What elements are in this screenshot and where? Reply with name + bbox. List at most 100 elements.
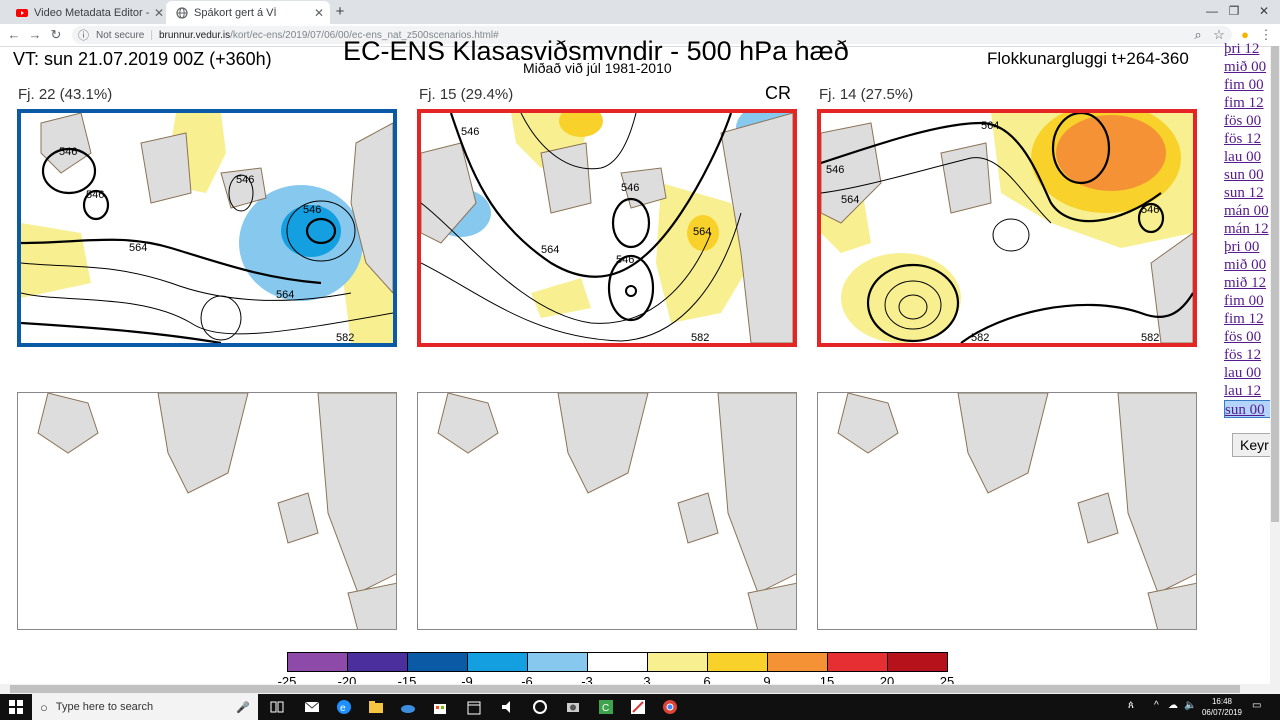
reload-icon[interactable]: ↻	[48, 27, 64, 43]
anomaly-positive	[531, 278, 591, 318]
forecast-time-link[interactable]: lau 00	[1224, 148, 1272, 166]
anomaly-positive	[1056, 115, 1166, 191]
address-separator: |	[150, 29, 153, 41]
contour-label: 546	[826, 164, 844, 176]
contour-label: 546	[461, 126, 479, 138]
camtasia-icon[interactable]: C	[598, 699, 614, 715]
people-icon[interactable]: ጰ	[1128, 700, 1134, 711]
address-host: brunnur.vedur.is	[158, 29, 231, 41]
app-icon[interactable]	[532, 699, 548, 715]
forecast-time-link[interactable]: fim 00	[1224, 292, 1272, 310]
calendar-icon[interactable]	[466, 699, 482, 715]
forecast-time-link[interactable]: mán 12	[1224, 220, 1272, 238]
empty-map-3	[817, 392, 1197, 630]
forecast-time-link[interactable]: fös 00	[1224, 328, 1272, 346]
coastline	[557, 393, 649, 494]
coastline	[1077, 492, 1119, 544]
zoom-icon[interactable]: ⌕	[1190, 27, 1206, 43]
task-view-icon[interactable]	[269, 699, 285, 715]
coastline	[347, 582, 396, 629]
forecast-time-link[interactable]: sun 12	[1224, 184, 1272, 202]
volume-icon[interactable]: 🔈	[1184, 700, 1196, 711]
forecast-time-link[interactable]: fös 12	[1224, 130, 1272, 148]
coastline	[40, 113, 92, 174]
coastline	[940, 142, 992, 214]
coastline	[140, 132, 192, 204]
store-icon[interactable]	[432, 699, 448, 715]
contour-label: 546	[616, 254, 634, 266]
coastline	[437, 393, 499, 454]
sound-icon[interactable]	[500, 699, 516, 715]
coastline	[540, 142, 592, 214]
windows-start-icon[interactable]	[8, 699, 24, 715]
coastline	[157, 393, 249, 494]
mail-icon[interactable]	[304, 699, 320, 715]
contour	[625, 285, 637, 297]
climate-reference: Miðað við júl 1981-2010	[523, 60, 672, 76]
forecast-time-link[interactable]: mán 00	[1224, 202, 1272, 220]
horizontal-scroll-thumb[interactable]	[10, 685, 1240, 693]
colorbar-swatch	[648, 653, 708, 671]
edge-icon[interactable]: e	[336, 699, 352, 715]
coastline	[717, 393, 796, 594]
forecast-time-link[interactable]: lau 12	[1224, 382, 1272, 400]
paint-icon[interactable]	[630, 699, 646, 715]
contour-label: 564	[981, 120, 999, 132]
system-clock[interactable]: 16:48 06/07/2019	[1200, 696, 1244, 718]
forward-icon[interactable]: →	[27, 27, 43, 43]
clustering-window: Flokkunargluggi t+264-360	[987, 49, 1189, 68]
contour-label: 582	[691, 332, 709, 343]
contour-label: 546	[236, 174, 254, 186]
forecast-time-link[interactable]: mið 00	[1224, 256, 1272, 274]
forecast-time-link[interactable]: lau 00	[1224, 364, 1272, 382]
forecast-time-link[interactable]: sun 00	[1224, 166, 1272, 184]
info-icon[interactable]: ⓘ	[78, 27, 92, 43]
colorbar-swatch	[468, 653, 528, 671]
forecast-time-link[interactable]: fim 12	[1224, 310, 1272, 328]
show-hidden-icons[interactable]: ^	[1154, 700, 1159, 711]
clock-time: 16:48	[1211, 697, 1233, 706]
colorbar-swatch	[828, 653, 888, 671]
back-icon[interactable]: ←	[6, 27, 22, 43]
close-window-icon[interactable]: ✕	[1244, 2, 1280, 20]
forecast-time-link[interactable]: þri 12	[1224, 40, 1272, 58]
coastline	[1147, 582, 1196, 629]
forecast-time-link[interactable]: fim 12	[1224, 94, 1272, 112]
coastline	[677, 492, 719, 544]
tab-youtube[interactable]: Video Metadata Editor - YouTube ✕	[6, 1, 170, 24]
colorbar-swatch	[408, 653, 468, 671]
forecast-time-link[interactable]: mið 12	[1224, 274, 1272, 292]
file-explorer-icon[interactable]	[368, 699, 384, 715]
coastline	[957, 393, 1049, 494]
coastline	[747, 582, 796, 629]
forecast-time-link[interactable]: þri 00	[1224, 238, 1272, 256]
coastline	[1117, 393, 1196, 594]
forecast-time-link[interactable]: mið 00	[1224, 58, 1272, 76]
forecast-time-link[interactable]: sun 00	[1224, 400, 1272, 418]
new-tab-button[interactable]: +	[332, 4, 348, 20]
tab-spakort[interactable]: Spákort gert á VÍ ✕	[166, 1, 330, 24]
close-tab-icon[interactable]: ✕	[152, 6, 166, 20]
colorbar-swatch	[768, 653, 828, 671]
forecast-time-link[interactable]: fös 00	[1224, 112, 1272, 130]
microphone-icon[interactable]: 🎤	[236, 701, 250, 714]
vertical-scroll-thumb[interactable]	[1271, 46, 1279, 522]
chrome-icon[interactable]	[662, 699, 678, 715]
camera-icon[interactable]	[565, 699, 581, 715]
contour-label: 546	[621, 182, 639, 194]
onedrive-icon[interactable]	[400, 699, 416, 715]
youtube-icon	[16, 8, 28, 17]
contour-label: 546	[1141, 204, 1159, 216]
forecast-time-list: þri 12 mið 00 fim 00 fim 12 fös 00 fös 12 lau …	[1224, 40, 1272, 418]
close-tab-icon[interactable]: ✕	[312, 6, 326, 20]
cluster-map-3: 546 564 564 546 582 582	[817, 109, 1197, 347]
notifications-icon[interactable]: ▭	[1252, 700, 1261, 711]
forecast-time-link[interactable]: fim 00	[1224, 76, 1272, 94]
forecast-time-link[interactable]: fös 12	[1224, 346, 1272, 364]
taskbar-search[interactable]: ○ Type here to search 🎤	[32, 694, 258, 720]
network-icon[interactable]: ☁	[1168, 700, 1178, 711]
panel-3-label: Fj. 14 (27.5%)	[819, 86, 914, 103]
search-placeholder: Type here to search	[55, 701, 154, 713]
contour-label: 564	[841, 194, 859, 206]
coastline	[837, 393, 899, 454]
